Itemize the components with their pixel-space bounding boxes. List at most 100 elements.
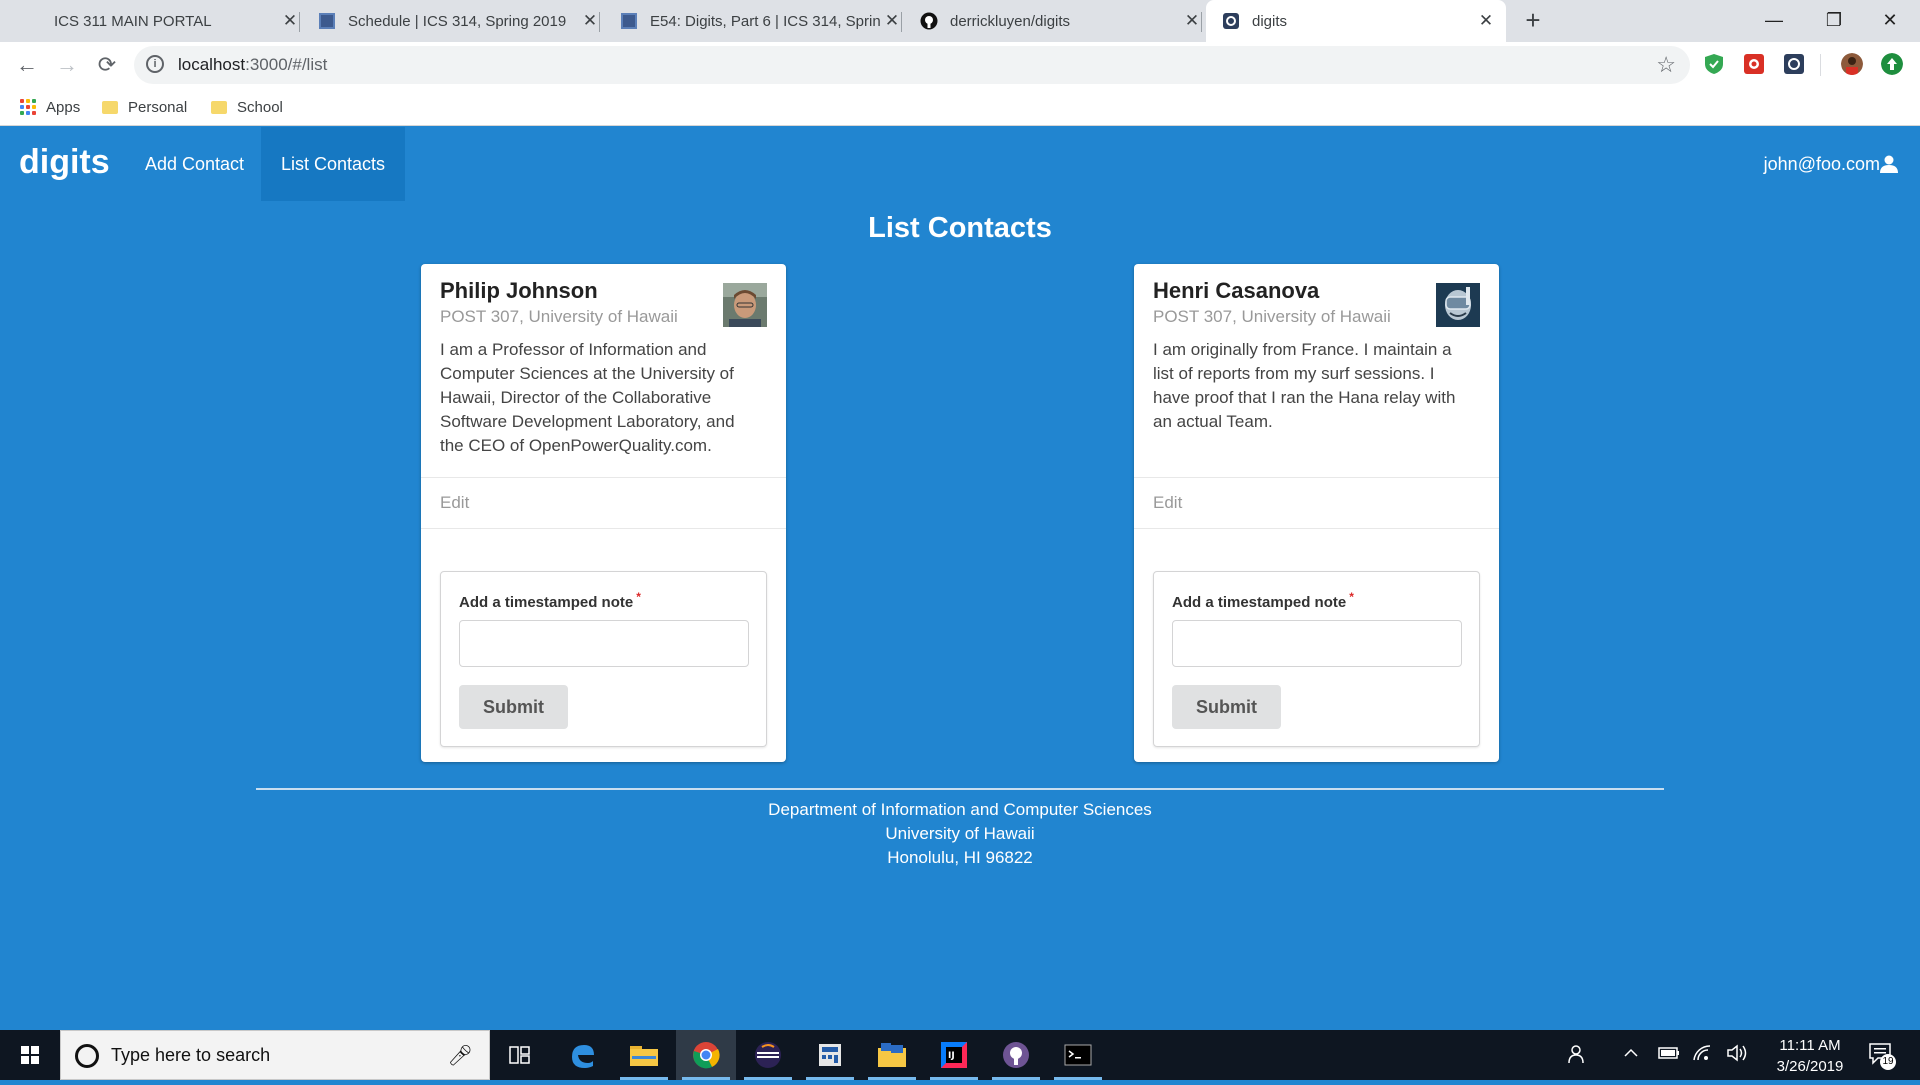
meteor-icon [1223, 13, 1239, 29]
apps-grid-icon [20, 99, 36, 115]
svg-text:IJ: IJ [948, 1051, 955, 1061]
action-center[interactable]: 19 [1868, 1042, 1896, 1074]
browser-tab[interactable]: E54: Digits, Part 6 | ICS 314, Sprin ✕ [620, 0, 902, 42]
meteor-devtools-icon[interactable] [1783, 53, 1805, 75]
browser-tab-strip: ICS 311 MAIN PORTAL ✕ Schedule | ICS 314… [0, 0, 1920, 42]
close-tab-icon[interactable]: ✕ [280, 11, 300, 31]
close-tab-icon[interactable]: ✕ [1182, 11, 1202, 31]
minimize-button[interactable]: — [1744, 0, 1804, 42]
update-icon[interactable] [1881, 53, 1903, 75]
brand-logo[interactable]: digits [19, 143, 110, 182]
footer-line: Department of Information and Computer S… [768, 800, 1152, 819]
tab-title: derrickluyen/digits [950, 12, 1071, 30]
bookmark-school[interactable]: School [211, 96, 283, 118]
eclipse-icon[interactable] [738, 1030, 798, 1080]
divider [1134, 528, 1499, 529]
reload-button[interactable]: ⟳ [92, 50, 122, 80]
address-bar[interactable]: i localhost:3000/#/list ☆ [134, 46, 1690, 84]
bookmark-personal[interactable]: Personal [102, 96, 187, 118]
url-path: :3000/#/list [245, 55, 328, 74]
people-icon[interactable] [1568, 1044, 1588, 1069]
app-navbar: digits Add Contact List Contacts john@fo… [0, 127, 1920, 201]
chevron-up-icon[interactable] [1622, 1044, 1640, 1067]
toolbar-divider [1820, 54, 1821, 76]
start-button[interactable] [0, 1030, 60, 1080]
contact-description: I am originally from France. I maintain … [1153, 340, 1456, 431]
user-menu[interactable]: john@foo.com [1764, 127, 1898, 201]
clock-time: 11:11 AM [1779, 1037, 1841, 1054]
volume-icon[interactable] [1726, 1044, 1750, 1067]
bookmark-label: School [237, 98, 283, 116]
browser-tab[interactable]: Schedule | ICS 314, Spring 2019 ✕ [318, 0, 600, 42]
site-icon [621, 13, 637, 29]
user-icon [1880, 155, 1898, 173]
terminal-icon[interactable] [1048, 1030, 1108, 1080]
browser-tab[interactable]: derrickluyen/digits ✕ [920, 0, 1202, 42]
close-tab-icon[interactable]: ✕ [1476, 11, 1496, 31]
edit-link[interactable]: Edit [1153, 493, 1182, 513]
url-text[interactable]: localhost:3000/#/list [178, 55, 327, 75]
restore-button[interactable]: ❐ [1804, 0, 1864, 42]
contact-address: POST 307, University of Hawaii [440, 307, 678, 326]
wifi-icon[interactable] [1692, 1044, 1712, 1067]
file-explorer-icon[interactable] [614, 1030, 674, 1080]
close-tab-icon[interactable]: ✕ [580, 11, 600, 31]
close-window-button[interactable]: ✕ [1860, 0, 1920, 42]
note-label-text: Add a timestamped note [459, 594, 634, 611]
nav-add-contact[interactable]: Add Contact [125, 127, 264, 201]
taskbar: Type here to search 🎤︎ IJ 11:11 AM 3/26/… [0, 1030, 1920, 1080]
page-title: List Contacts [868, 212, 1052, 244]
contact-card: Henri Casanova POST 307, University of H… [1134, 264, 1499, 762]
required-asterisk: * [1349, 590, 1354, 604]
browser-toolbar: ← → ⟳ i localhost:3000/#/list ☆ [0, 42, 1920, 88]
calculator-icon[interactable] [800, 1030, 860, 1080]
file-manager-icon[interactable] [862, 1030, 922, 1080]
site-info-icon[interactable]: i [146, 55, 164, 73]
nav-list-contacts[interactable]: List Contacts [261, 127, 406, 201]
contact-photo [1436, 283, 1480, 327]
bookmark-apps[interactable]: Apps [20, 96, 80, 118]
bookmark-star-icon[interactable]: ☆ [1656, 52, 1676, 78]
browser-tab[interactable]: ICS 311 MAIN PORTAL ✕ [40, 0, 300, 42]
note-form: Add a timestamped note * Submit [440, 571, 767, 747]
profile-avatar[interactable] [1841, 53, 1863, 75]
chrome-icon[interactable] [676, 1030, 736, 1080]
microphone-icon[interactable]: 🎤︎ [448, 1043, 473, 1068]
note-input[interactable] [459, 620, 749, 667]
system-clock[interactable]: 11:11 AM 3/26/2019 [1760, 1035, 1860, 1077]
task-view-icon[interactable] [490, 1030, 550, 1080]
folder-icon [102, 100, 118, 114]
folder-icon [211, 100, 227, 114]
contact-description: I am a Professor of Information and Comp… [440, 340, 735, 455]
user-email: john@foo.com [1763, 154, 1880, 174]
cortana-icon [75, 1044, 99, 1068]
search-placeholder: Type here to search [111, 1045, 271, 1065]
taskbar-search[interactable]: Type here to search 🎤︎ [60, 1030, 490, 1080]
battery-icon[interactable] [1658, 1044, 1680, 1067]
back-button[interactable]: ← [12, 50, 42, 80]
submit-button[interactable]: Submit [459, 685, 568, 729]
note-label: Add a timestamped note * [459, 590, 641, 611]
divider [421, 477, 786, 478]
required-asterisk: * [636, 590, 641, 604]
edit-link[interactable]: Edit [440, 493, 469, 513]
new-tab-button[interactable]: + [1518, 6, 1548, 36]
shield-extension-icon[interactable] [1703, 53, 1725, 75]
site-icon [319, 13, 335, 29]
note-label: Add a timestamped note * [1172, 590, 1354, 611]
divider [421, 528, 786, 529]
intellij-icon[interactable]: IJ [924, 1030, 984, 1080]
footer-line: University of Hawaii [885, 824, 1035, 843]
github-desktop-icon[interactable] [986, 1030, 1046, 1080]
browser-tab-active[interactable]: digits ✕ [1206, 0, 1506, 42]
forward-button[interactable]: → [52, 50, 82, 80]
contact-name: Philip Johnson [440, 278, 598, 303]
bookmark-label: Apps [46, 98, 81, 116]
note-input[interactable] [1172, 620, 1462, 667]
edge-icon[interactable] [552, 1030, 612, 1080]
submit-button[interactable]: Submit [1172, 685, 1281, 729]
tab-title: ICS 311 MAIN PORTAL [54, 12, 212, 30]
close-tab-icon[interactable]: ✕ [882, 11, 902, 31]
note-form: Add a timestamped note * Submit [1153, 571, 1480, 747]
red-extension-icon[interactable] [1743, 53, 1765, 75]
